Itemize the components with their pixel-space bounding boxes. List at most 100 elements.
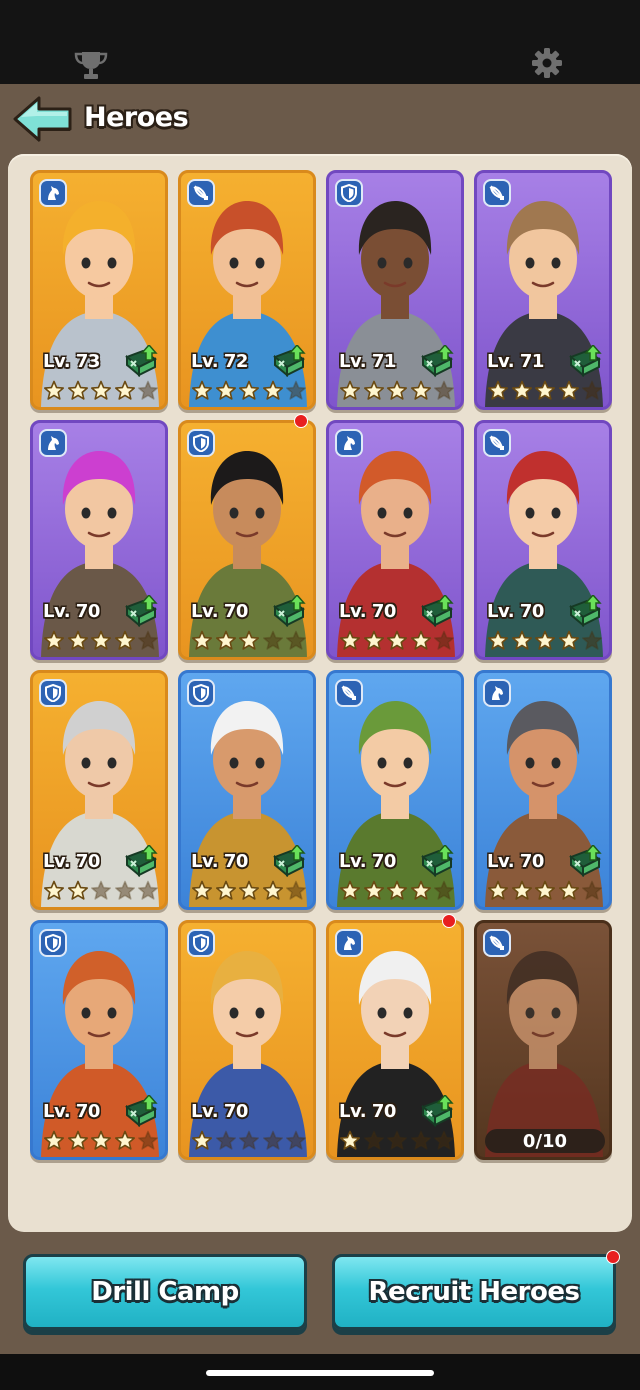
hero-level: Lv. 70 <box>43 601 100 622</box>
hero-card[interactable]: Lv. 70 <box>30 420 168 660</box>
hero-card[interactable]: Lv. 71 <box>474 170 612 410</box>
upgrade-book-icon[interactable] <box>273 345 307 377</box>
hero-star-rating <box>190 1129 308 1153</box>
shield-icon <box>193 934 209 952</box>
star-filled-icon <box>66 1129 90 1153</box>
horse-icon <box>48 186 59 200</box>
star-empty-icon <box>362 1129 386 1153</box>
star-empty-icon <box>261 629 285 653</box>
hero-card[interactable]: Lv. 71 <box>326 170 464 410</box>
star-filled-icon <box>533 379 557 403</box>
upgrade-book-icon[interactable] <box>421 1095 455 1127</box>
upgrade-book-icon[interactable] <box>421 595 455 627</box>
upgrade-book-icon[interactable] <box>569 595 603 627</box>
hero-level: Lv. 70 <box>43 851 100 872</box>
star-filled-icon <box>214 879 238 903</box>
hero-card[interactable]: Lv. 73 <box>30 170 168 410</box>
hero-card[interactable]: Lv. 70 <box>30 920 168 1160</box>
star-empty-icon <box>284 379 308 403</box>
upgrade-book-icon[interactable] <box>421 845 455 877</box>
star-filled-icon <box>113 629 137 653</box>
upgrade-book-icon[interactable] <box>125 845 159 877</box>
star-empty-icon <box>580 379 604 403</box>
hero-card[interactable]: Lv. 70 <box>178 420 316 660</box>
hero-level: Lv. 70 <box>339 851 396 872</box>
upgrade-book-icon[interactable] <box>125 595 159 627</box>
recruit-notification-badge <box>606 1250 620 1264</box>
hero-card[interactable]: Lv. 70 <box>326 920 464 1160</box>
star-empty-icon <box>432 879 456 903</box>
star-filled-icon <box>66 379 90 403</box>
hero-card-locked[interactable]: 0/10 <box>474 920 612 1160</box>
star-filled-icon <box>66 629 90 653</box>
hero-notification-badge <box>442 914 456 928</box>
star-filled-icon <box>533 879 557 903</box>
home-indicator[interactable] <box>206 1370 434 1376</box>
hero-star-rating <box>338 629 456 653</box>
hero-class-badge <box>335 179 363 207</box>
upgrade-book-icon[interactable] <box>125 345 159 377</box>
hero-card[interactable]: Lv. 70 <box>178 670 316 910</box>
upgrade-book-icon[interactable] <box>569 345 603 377</box>
star-filled-icon <box>409 379 433 403</box>
trophy-icon[interactable] <box>74 50 108 80</box>
header: Heroes <box>0 84 640 156</box>
star-filled-icon <box>409 879 433 903</box>
hero-card[interactable]: Lv. 70 <box>474 420 612 660</box>
upgrade-book-icon[interactable] <box>421 345 455 377</box>
star-empty-icon <box>385 1129 409 1153</box>
star-empty-icon <box>89 879 113 903</box>
star-empty-icon <box>580 629 604 653</box>
hero-star-rating <box>338 379 456 403</box>
star-filled-icon <box>42 879 66 903</box>
star-filled-icon <box>89 629 113 653</box>
horse-icon <box>48 436 59 450</box>
hero-card[interactable]: Lv. 70 <box>326 420 464 660</box>
hero-star-rating <box>42 879 160 903</box>
upgrade-book-icon[interactable] <box>569 845 603 877</box>
star-empty-icon <box>261 1129 285 1153</box>
hero-card[interactable]: Lv. 72 <box>178 170 316 410</box>
star-empty-icon <box>136 1129 160 1153</box>
heroes-grid-panel: Lv. 73 Lv. 72 Lv. 71 Lv. 71 Lv. 70 Lv. 70 Lv. … <box>8 154 632 1232</box>
recruit-heroes-button[interactable]: Recruit Heroes <box>332 1254 616 1330</box>
hero-card[interactable]: Lv. 70 <box>474 670 612 910</box>
star-filled-icon <box>89 379 113 403</box>
page-title: Heroes <box>84 102 189 133</box>
star-filled-icon <box>66 879 90 903</box>
star-filled-icon <box>385 629 409 653</box>
star-filled-icon <box>214 379 238 403</box>
hero-class-badge <box>39 179 67 207</box>
crossbow-icon <box>341 685 356 700</box>
hero-class-badge <box>39 679 67 707</box>
crossbow-icon <box>489 935 504 950</box>
star-filled-icon <box>486 379 510 403</box>
hero-class-badge <box>483 179 511 207</box>
shield-icon <box>45 934 61 952</box>
hero-card[interactable]: Lv. 70 <box>178 920 316 1160</box>
hero-shards-progress: 0/10 <box>485 1129 605 1153</box>
hero-star-rating <box>42 1129 160 1153</box>
back-arrow-icon[interactable] <box>12 94 74 144</box>
upgrade-book-icon[interactable] <box>125 1095 159 1127</box>
hero-level: Lv. 71 <box>339 351 396 372</box>
upgrade-book-icon[interactable] <box>273 595 307 627</box>
star-empty-icon <box>136 379 160 403</box>
heroes-screen: Heroes Lv. 73 Lv. 72 Lv. 71 Lv. 71 Lv. 70 Lv.… <box>0 84 640 1354</box>
hero-star-rating <box>486 379 604 403</box>
hero-card[interactable]: Lv. 70 <box>30 670 168 910</box>
hero-level: Lv. 70 <box>191 601 248 622</box>
shield-icon <box>341 184 357 202</box>
star-filled-icon <box>385 379 409 403</box>
hero-class-badge <box>335 929 363 957</box>
star-filled-icon <box>261 879 285 903</box>
star-filled-icon <box>42 379 66 403</box>
hero-card[interactable]: Lv. 70 <box>326 670 464 910</box>
hero-star-rating <box>338 879 456 903</box>
star-filled-icon <box>409 629 433 653</box>
drill-camp-button[interactable]: Drill Camp <box>23 1254 307 1330</box>
gear-icon[interactable] <box>531 47 563 79</box>
bottom-bar <box>0 1354 640 1390</box>
hero-class-badge <box>483 679 511 707</box>
upgrade-book-icon[interactable] <box>273 845 307 877</box>
